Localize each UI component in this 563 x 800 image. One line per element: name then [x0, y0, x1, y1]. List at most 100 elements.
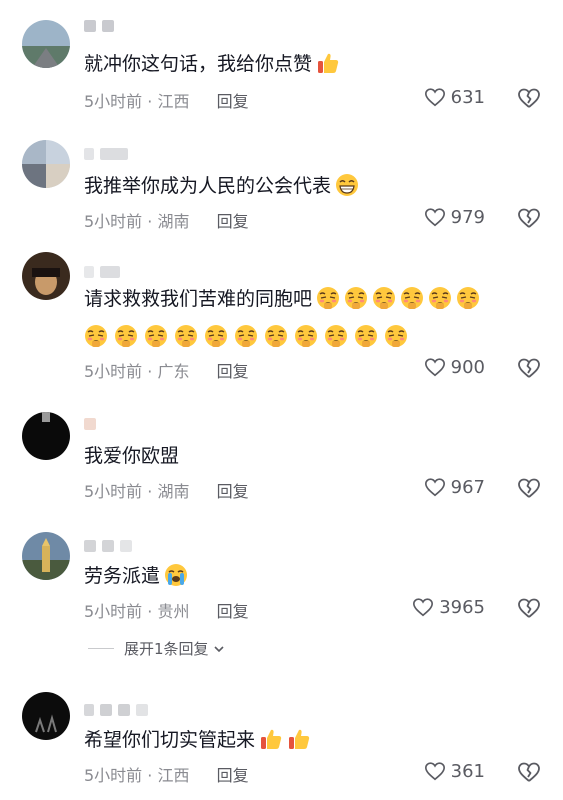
heart-outline-icon — [424, 358, 445, 377]
pleading-emoji-icon — [175, 325, 197, 347]
reply-button[interactable]: 回复 — [217, 762, 249, 786]
expand-replies-button[interactable]: 展开1条回复 — [88, 638, 225, 659]
dislike-button[interactable] — [517, 760, 541, 788]
avatar[interactable] — [22, 412, 70, 460]
pleading-emoji-icon — [429, 287, 452, 309]
expand-label: 展开1条回复 — [124, 640, 209, 658]
like-count: 900 — [450, 356, 485, 378]
pleading-emoji-icon — [385, 325, 407, 347]
avatar[interactable] — [22, 20, 70, 68]
pleading-emoji-icon — [265, 325, 287, 347]
broken-heart-icon — [518, 358, 540, 378]
expand-divider — [88, 648, 114, 649]
comment-text: 我爱你欧盟 — [84, 440, 179, 472]
pleading-emoji-icon — [85, 325, 107, 347]
comment-location: 广东 — [157, 362, 190, 381]
like-count: 361 — [450, 760, 485, 782]
like-count: 631 — [450, 86, 485, 108]
pleading-emoji-icon — [355, 325, 377, 347]
comment-time: 5小时前 — [84, 482, 143, 501]
username[interactable] — [84, 540, 138, 556]
pleading-emoji-icon — [345, 287, 368, 309]
like-count: 979 — [450, 206, 485, 228]
broken-heart-icon — [518, 478, 540, 498]
broken-heart-icon — [518, 208, 540, 228]
comment-meta: 5小时前 · 湖南 回复 — [84, 208, 249, 232]
comment-time: 5小时前 — [84, 212, 143, 231]
dislike-button[interactable] — [517, 596, 541, 624]
pleading-emoji-icon — [457, 287, 480, 309]
comment-location: 湖南 — [157, 212, 190, 231]
comment-time: 5小时前 — [84, 92, 143, 111]
avatar[interactable] — [22, 692, 70, 740]
comment-location: 湖南 — [157, 482, 190, 501]
like-button[interactable]: 967 — [424, 476, 485, 498]
pleading-emoji-icon — [373, 287, 396, 309]
meta-separator: · — [147, 212, 153, 231]
meta-separator: · — [147, 766, 153, 785]
pleading-emoji-icon — [295, 325, 317, 347]
comment-location: 江西 — [157, 766, 190, 785]
dislike-button[interactable] — [517, 476, 541, 504]
meta-separator: · — [147, 362, 153, 381]
broken-heart-icon — [518, 598, 540, 618]
meta-separator: · — [147, 482, 153, 501]
comment-meta: 5小时前 · 湖南 回复 — [84, 478, 249, 502]
reply-button[interactable]: 回复 — [217, 358, 249, 382]
pleading-emoji-icon — [317, 287, 340, 309]
like-count: 967 — [450, 476, 485, 498]
comment-meta: 5小时前 · 贵州 回复 — [84, 598, 249, 622]
reply-button[interactable]: 回复 — [217, 598, 249, 622]
like-button[interactable]: 3965 — [412, 596, 485, 618]
comment-text: 请求救救我们苦难的同胞吧 — [84, 283, 480, 315]
dislike-button[interactable] — [517, 86, 541, 114]
dislike-button[interactable] — [517, 356, 541, 384]
reply-button[interactable]: 回复 — [217, 88, 249, 112]
pleading-emoji-group — [312, 287, 480, 310]
comment-text: 希望你们切实管起来 — [84, 724, 311, 756]
comment-text-content: 劳务派遣 — [84, 565, 161, 587]
grin-emoji-icon — [336, 174, 359, 196]
like-count: 3965 — [439, 596, 485, 618]
thumbs-up-emoji-group — [255, 729, 311, 751]
comment-text: 劳务派遣 — [84, 560, 188, 592]
heart-outline-icon — [424, 208, 445, 227]
like-button[interactable]: 979 — [424, 206, 485, 228]
comment-text-content: 就冲你这句话，我给你点赞 — [84, 53, 313, 75]
like-button[interactable]: 900 — [424, 356, 485, 378]
avatar[interactable] — [22, 252, 70, 300]
comment-text: 就冲你这句话，我给你点赞 — [84, 48, 340, 80]
pleading-emoji-icon — [115, 325, 137, 347]
comment-time: 5小时前 — [84, 362, 143, 381]
comment-meta: 5小时前 · 江西 回复 — [84, 88, 249, 112]
pleading-emoji-icon — [325, 325, 347, 347]
thumbs-up-emoji-icon — [318, 53, 339, 73]
reply-button[interactable]: 回复 — [217, 208, 249, 232]
pleading-emoji-row — [84, 324, 414, 348]
username[interactable] — [84, 20, 120, 36]
username[interactable] — [84, 148, 134, 164]
comment-time: 5小时前 — [84, 766, 143, 785]
heart-outline-icon — [424, 478, 445, 497]
heart-outline-icon — [413, 598, 434, 617]
crying-emoji-icon — [165, 564, 188, 586]
comment-time: 5小时前 — [84, 602, 143, 621]
avatar[interactable] — [22, 140, 70, 188]
chevron-down-icon — [213, 645, 224, 652]
username[interactable] — [84, 704, 154, 720]
like-button[interactable]: 361 — [424, 760, 485, 782]
comment-text-content: 希望你们切实管起来 — [84, 729, 256, 751]
reply-button[interactable]: 回复 — [217, 478, 249, 502]
meta-separator: · — [147, 92, 153, 111]
username[interactable] — [84, 266, 126, 282]
avatar[interactable] — [22, 532, 70, 580]
comment-location: 贵州 — [157, 602, 190, 621]
like-button[interactable]: 631 — [424, 86, 485, 108]
broken-heart-icon — [518, 88, 540, 108]
comment-text: 我推举你成为人民的公会代表 — [84, 170, 359, 202]
username[interactable] — [84, 418, 102, 434]
comment-meta: 5小时前 · 广东 回复 — [84, 358, 249, 382]
dislike-button[interactable] — [517, 206, 541, 234]
thumbs-up-emoji-icon — [261, 729, 282, 749]
heart-outline-icon — [424, 88, 445, 107]
